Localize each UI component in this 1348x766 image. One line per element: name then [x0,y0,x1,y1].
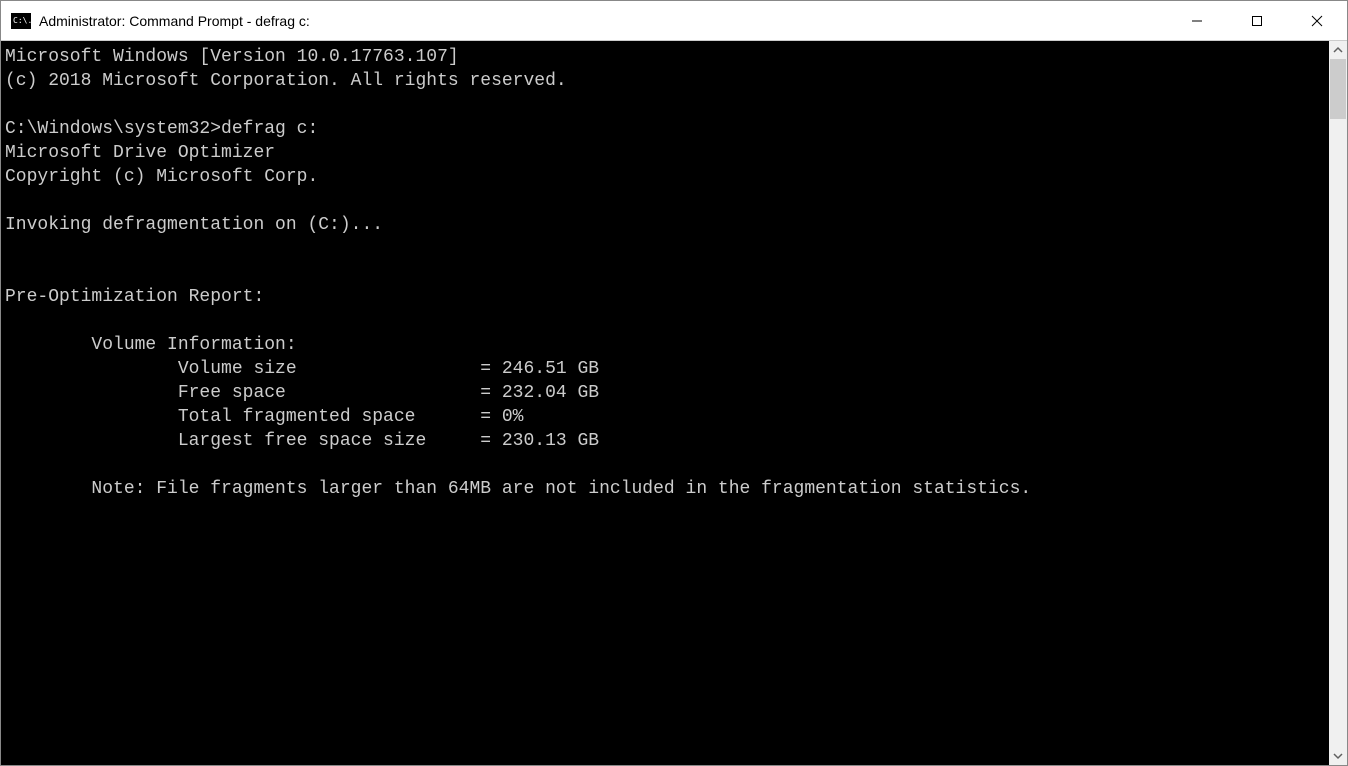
terminal-line: Volume Information: [5,335,297,355]
terminal-line: Largest free space size = 230.13 GB [5,431,599,451]
terminal-line: Microsoft Windows [Version 10.0.17763.10… [5,47,459,67]
cmd-icon: C:\. [11,13,31,29]
minimize-button[interactable] [1167,1,1227,40]
close-button[interactable] [1287,1,1347,40]
terminal-line: (c) 2018 Microsoft Corporation. All righ… [5,71,567,91]
terminal-container: Microsoft Windows [Version 10.0.17763.10… [1,41,1347,765]
scrollbar-down-button[interactable] [1329,747,1347,765]
scrollbar-thumb[interactable] [1330,59,1346,119]
terminal-line: Free space = 232.04 GB [5,383,599,403]
terminal-line: Note: File fragments larger than 64MB ar… [5,479,1031,499]
scrollbar-up-button[interactable] [1329,41,1347,59]
terminal-line: Total fragmented space = 0% [5,407,523,427]
terminal-line: Pre-Optimization Report: [5,287,264,307]
window-title: Administrator: Command Prompt - defrag c… [39,13,1167,29]
scrollbar[interactable] [1329,41,1347,765]
maximize-icon [1251,15,1263,27]
terminal-line: Invoking defragmentation on (C:)... [5,215,383,235]
titlebar: C:\. Administrator: Command Prompt - def… [1,1,1347,41]
terminal-line: Microsoft Drive Optimizer [5,143,275,163]
terminal-line: Volume size = 246.51 GB [5,359,599,379]
maximize-button[interactable] [1227,1,1287,40]
terminal-line: C:\Windows\system32>defrag c: [5,119,318,139]
chevron-up-icon [1333,45,1343,55]
chevron-down-icon [1333,751,1343,761]
window-controls [1167,1,1347,40]
cmd-icon-text: C:\. [13,17,32,25]
terminal-line: Copyright (c) Microsoft Corp. [5,167,318,187]
close-icon [1311,15,1323,27]
terminal-output[interactable]: Microsoft Windows [Version 10.0.17763.10… [1,41,1329,765]
minimize-icon [1191,15,1203,27]
